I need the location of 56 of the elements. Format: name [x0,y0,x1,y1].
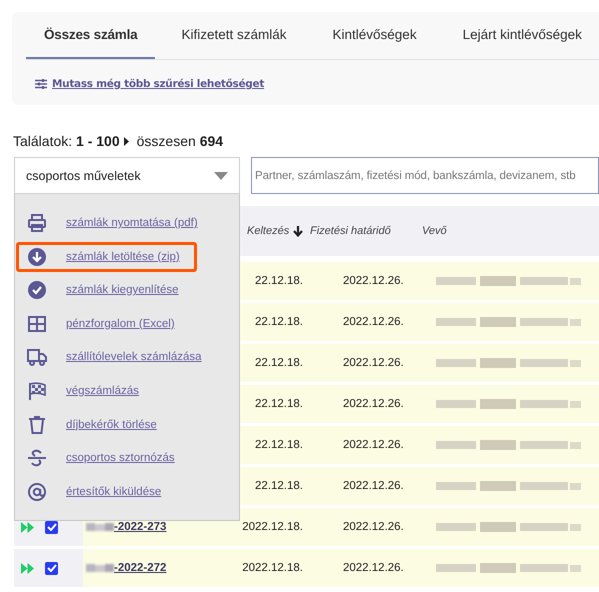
table-cell: 22.12.18. [255,275,303,287]
table-cell: 2022.12.26. [343,275,404,287]
sliders-icon [35,79,47,89]
column-header[interactable]: Fizetési határidő [310,225,391,237]
next-page-icon[interactable] [124,136,129,146]
column-header[interactable]: Vevő [422,225,447,237]
menu-item[interactable]: számlák letöltése (zip) [16,242,197,272]
tab[interactable]: Kifizetett számlák [163,12,305,59]
table-cell: 22.12.18. [255,398,303,410]
blurred-prefix-drawing [86,522,114,532]
tab[interactable]: Kintlévőségek [314,12,435,59]
invoice-link[interactable]: -2022-272 [114,562,166,574]
table-cell: 2022.12.26. [343,439,404,451]
invoice-link[interactable]: -2022-273 [114,521,166,533]
menu-item[interactable]: értesítők kiküldése [16,476,186,507]
menu-item[interactable]: számlák nyomtatása (pdf) [16,208,215,238]
trash-icon [27,414,47,435]
table-cell: 2022.12.18. [242,521,303,533]
search-field[interactable]: Partner, számlaszám, fizetési mód, bankszámla, devizanem, stb [251,157,599,194]
results-total: összesen 694 [136,133,224,149]
table-cell: 2022.12.26. [343,521,404,533]
table-cell: 22.12.18. [255,439,303,451]
at-sign-icon [27,482,47,502]
blurred-prefix-drawing [86,563,114,573]
checkered-flag-icon [27,380,47,401]
tab[interactable]: Összes számla [26,12,156,59]
menu-item[interactable]: végszámlázás [16,376,186,406]
table-cell: 2022.12.18. [242,562,303,574]
table-cell: 22.12.18. [255,480,303,492]
caret-icon [214,172,228,180]
table-cell: 2022.12.26. [343,316,404,328]
tab[interactable]: Lejárt kintlévőségek [444,12,599,59]
menu-item[interactable]: pénzforgalom (Excel) [16,308,192,339]
menu-item[interactable]: szállítólevelek számlázása [16,342,219,372]
table-cell: 2022.12.26. [343,357,404,369]
menu-item[interactable]: csoportos sztornózás [16,443,192,474]
column-header[interactable]: Keltezés [247,225,290,237]
download-icon [27,246,47,267]
table-cell: 22.12.18. [255,357,303,369]
row-checkbox[interactable] [45,562,58,574]
grid-icon [27,314,47,334]
sort-down-icon[interactable] [293,226,304,236]
printer-icon [27,213,47,233]
bulk-actions-dropdown[interactable]: csoportos műveletek [14,157,240,194]
row-checkbox[interactable] [45,520,58,534]
filter-link[interactable]: Mutass még több szűrési lehetőséget [52,78,264,90]
check-circle-icon [27,280,47,300]
table-cell: 2022.12.26. [343,562,404,574]
results-range: Találatok: 1 - 100 [13,133,120,149]
truck-icon [27,347,47,368]
table-cell: 2022.12.26. [343,480,404,492]
strikethrough-icon [27,448,47,468]
menu-item[interactable]: számlák kiegyenlítése [16,275,196,306]
menu-item[interactable]: díjbekérők törlése [16,410,186,440]
table-cell: 2022.12.26. [343,398,404,410]
table-cell: 22.12.18. [255,316,303,328]
